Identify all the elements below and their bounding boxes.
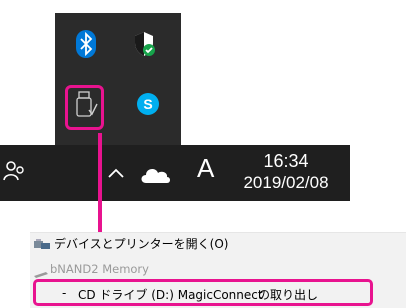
ime-indicator[interactable]: A: [197, 153, 214, 184]
open-devices-menu-item[interactable]: デバイスとプリンターを開く(O): [30, 233, 406, 255]
bluetooth-icon[interactable]: [74, 30, 98, 58]
people-icon[interactable]: [2, 158, 26, 186]
devices-printers-icon: [33, 237, 51, 251]
clock-time[interactable]: 16:34: [232, 151, 340, 172]
usb-icon-highlight: [65, 85, 104, 130]
tray-overflow-popup: S: [55, 13, 181, 146]
eject-action-label: の取り出し: [258, 288, 319, 302]
svg-text:S: S: [143, 96, 152, 112]
windows-defender-icon[interactable]: [132, 30, 156, 58]
eject-dash: -: [62, 286, 67, 300]
usb-drive-icon: [34, 265, 48, 278]
onedrive-cloud-icon[interactable]: [138, 163, 172, 185]
taskbar: A 16:34 2019/02/08: [0, 145, 350, 201]
chevron-up-icon[interactable]: [106, 165, 126, 181]
device-name-item: bNAND2 Memory: [30, 259, 406, 279]
context-menu: デバイスとプリンターを開く(O) bNAND2 Memory - CD ドライブ…: [30, 232, 406, 308]
skype-icon[interactable]: S: [136, 90, 160, 118]
eject-menu-item[interactable]: - CD ドライブ (D:) MagicConnect の取り出し: [30, 279, 406, 308]
device-name-label: bNAND2 Memory: [50, 262, 149, 276]
open-devices-label: デバイスとプリンターを開く(O): [54, 237, 229, 251]
clock-date[interactable]: 2019/02/08: [232, 173, 340, 193]
eject-drive-label: CD ドライブ (D:) MagicConnect: [78, 288, 263, 302]
